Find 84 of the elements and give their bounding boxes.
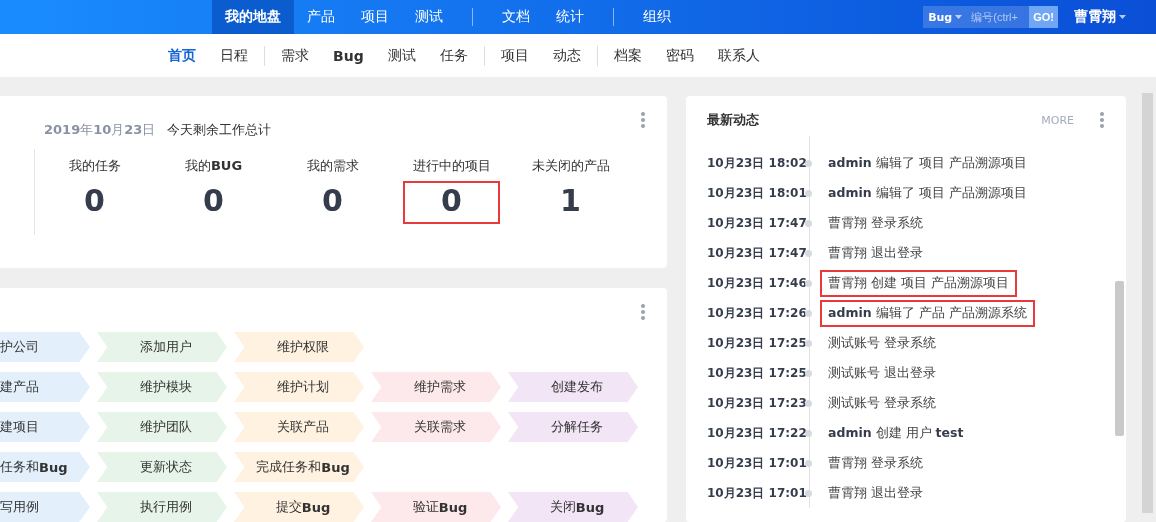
more-icon[interactable] <box>1100 112 1104 128</box>
stat-value[interactable]: 1 <box>522 181 619 224</box>
stat-value[interactable]: 0 <box>165 181 262 224</box>
caret-icon <box>1119 15 1126 20</box>
flow-step[interactable]: 更新状态 <box>97 452 227 482</box>
activity-text[interactable]: admin 创建 用户 test <box>820 419 972 447</box>
sub-nav-link[interactable]: 密码 <box>653 46 706 65</box>
activity-time: 10月23日 17:25 <box>707 334 805 352</box>
page-scrollbar[interactable] <box>1142 93 1153 513</box>
sub-nav-link[interactable]: 任务 <box>427 46 480 65</box>
nav-tab[interactable]: 统计 <box>543 0 597 35</box>
sub-nav-link[interactable]: 项目 <box>488 46 541 65</box>
stat-label: 我的任务 <box>68 157 121 175</box>
sub-nav-link[interactable]: 联系人 <box>705 46 772 65</box>
flow-step[interactable]: 添加用户 <box>97 332 227 362</box>
flow-step[interactable]: 维护需求 <box>371 372 501 402</box>
nav-tab[interactable]: 产品 <box>294 0 348 35</box>
activity-text[interactable]: 曹霄翔 退出登录 <box>820 479 931 507</box>
activity-time: 10月23日 17:26 <box>707 304 805 322</box>
sub-nav-link[interactable]: 日程 <box>208 46 260 65</box>
flow-step[interactable]: 护公司 <box>0 332 90 362</box>
activity-time: 10月23日 17:46 <box>707 274 805 292</box>
nav-tab[interactable]: 文档 <box>489 0 543 35</box>
activity-time: 10月23日 17:23 <box>707 394 805 412</box>
activity-text[interactable]: admin 编辑了 项目 产品溯源项目 <box>820 179 1035 207</box>
search-type-select[interactable]: Bug <box>923 6 968 29</box>
more-icon[interactable] <box>641 112 645 128</box>
flow-step[interactable]: 建项目 <box>0 412 90 442</box>
sub-nav-link[interactable]: 需求 <box>269 46 321 65</box>
activity-time: 10月23日 18:02 <box>707 154 805 172</box>
activity-text[interactable]: admin 编辑了 项目 产品溯源项目 <box>820 149 1035 177</box>
scrollbar-thumb[interactable] <box>1115 281 1124 436</box>
flow-step[interactable]: 完成任务和Bug <box>234 452 364 482</box>
activity-time: 10月23日 17:01 <box>707 484 805 502</box>
flow-step[interactable]: 验证Bug <box>371 492 501 522</box>
flow-step[interactable]: 维护团队 <box>97 412 227 442</box>
sub-nav-link[interactable]: Bug <box>321 47 376 64</box>
activity-text[interactable]: 曹霄翔 登录系统 <box>820 449 931 477</box>
flow-step[interactable]: 提交Bug <box>234 492 364 522</box>
sub-nav-link[interactable]: 动态 <box>540 46 593 65</box>
flow-step[interactable]: 执行用例 <box>97 492 227 522</box>
caret-icon <box>955 15 963 20</box>
stat-label: 未关闭的产品 <box>531 157 610 175</box>
flow-step[interactable]: 创建发布 <box>508 372 638 402</box>
activity-text[interactable]: 测试账号 退出登录 <box>820 359 944 387</box>
flow-step[interactable]: 维护模块 <box>97 372 227 402</box>
summary-title: 今天剩余工作总计 <box>167 121 272 139</box>
flow-step[interactable]: 关闭Bug <box>508 492 638 522</box>
more-icon[interactable] <box>641 304 645 320</box>
activity-text[interactable]: 曹霄翔 创建 项目 产品溯源项目 <box>820 269 1017 297</box>
flow-step[interactable]: 建产品 <box>0 372 90 402</box>
sub-nav-link[interactable]: 档案 <box>601 46 654 65</box>
activity-text[interactable]: admin 编辑了 产品 产品溯源系统 <box>820 299 1035 327</box>
stat-label: 进行中的项目 <box>412 157 491 175</box>
flow-step[interactable]: 写用例 <box>0 492 90 522</box>
activity-text[interactable]: 曹霄翔 退出登录 <box>820 239 931 267</box>
activity-title: 最新动态 <box>707 111 760 129</box>
stat-label: 我的BUG <box>184 157 243 175</box>
activity-time: 10月23日 17:22 <box>707 424 805 442</box>
activity-time: 10月23日 17:47 <box>707 244 805 262</box>
user-menu[interactable]: 曹霄翔 <box>1074 0 1126 35</box>
activity-time: 10月23日 17:01 <box>707 454 805 472</box>
sub-nav-link[interactable]: 测试 <box>375 46 428 65</box>
activity-text[interactable]: 曹霄翔 登录系统 <box>820 209 931 237</box>
sub-nav-link[interactable]: 首页 <box>156 46 208 65</box>
flow-step[interactable]: 关联产品 <box>234 412 364 442</box>
flow-step[interactable]: 关联需求 <box>371 412 501 442</box>
flow-step[interactable]: 维护计划 <box>234 372 364 402</box>
flow-step[interactable]: 任务和Bug <box>0 452 90 482</box>
activity-time: 10月23日 18:01 <box>707 184 805 202</box>
activity-text[interactable]: 测试账号 登录系统 <box>820 329 944 357</box>
activity-text[interactable]: 测试账号 登录系统 <box>820 389 944 417</box>
nav-tab[interactable]: 测试 <box>402 0 456 35</box>
activity-time: 10月23日 17:25 <box>707 364 805 382</box>
activity-time: 10月23日 17:47 <box>707 214 805 232</box>
stat-value[interactable]: 0 <box>284 181 381 224</box>
nav-tab[interactable]: 组织 <box>630 0 684 35</box>
nav-tab[interactable]: 项目 <box>348 0 402 35</box>
stat-value[interactable]: 0 <box>403 181 500 224</box>
stat-label: 我的需求 <box>306 157 359 175</box>
nav-tab[interactable]: 我的地盘 <box>212 0 294 35</box>
flow-step[interactable]: 分解任务 <box>508 412 638 442</box>
flow-step[interactable]: 维护权限 <box>234 332 364 362</box>
stat-value[interactable]: 0 <box>46 181 143 224</box>
